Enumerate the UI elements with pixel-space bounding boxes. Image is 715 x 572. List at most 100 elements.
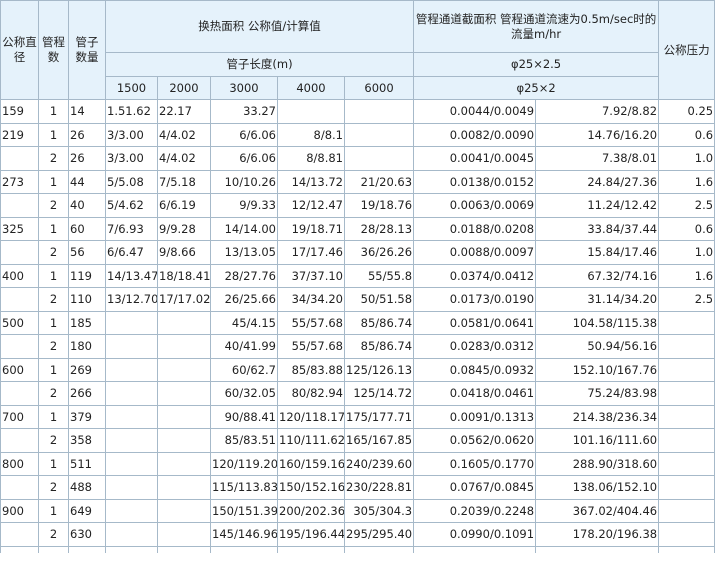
cell-tube-count: 379: [68, 404, 106, 429]
table-row: 2 110 13/12.70 17/17.02 26/25.66 34/34.20 50/5…: [0, 287, 715, 312]
cell-area-2000: 18/18.41: [157, 263, 211, 288]
header-heat-area: 换热面积 公称值/计算值: [104, 0, 415, 53]
table-row: 219 1 26 3/3.00 4/4.02 6/6.06 8/8.1 0.0082/0.00…: [0, 122, 715, 147]
cell-area-6000: 125/14.72: [343, 381, 415, 406]
cell-flow-rate: 214.38/236.34: [535, 404, 660, 429]
cell-area-2000: [157, 451, 211, 476]
cell-area-4000: 200/202.36: [277, 498, 345, 523]
cell-nominal-diameter: [0, 240, 39, 265]
cell-nominal-diameter: [0, 381, 39, 406]
cell-tube-count: 60: [68, 216, 106, 241]
cell-area-2000: [157, 381, 211, 406]
cell-tube-count: 110: [68, 287, 106, 312]
cell-channel-area: 0.0990/0.1091: [413, 522, 537, 547]
cell-area-3000: 60/62.7: [210, 357, 278, 382]
table-row: 500 1 185 45/4.15 55/57.68 85/86.74 0.0581/0.0…: [0, 310, 715, 335]
cell-tube-passes: 2: [38, 381, 69, 406]
cell-tube-count: 56: [68, 240, 106, 265]
cell-area-4000: 19/18.71: [277, 216, 345, 241]
cell-area-4000: 110/111.62: [277, 428, 345, 453]
cell-tube-count: 185: [68, 310, 106, 335]
cell-channel-area: 0.0138/0.0152: [413, 169, 537, 194]
cell-area-6000: [343, 146, 415, 171]
cell-channel-area: 0.0088/0.0097: [413, 240, 537, 265]
table-row: 2 630 145/146.96 195/196.44 295/295.40 0.0990…: [0, 522, 715, 547]
cell-area-2000: 9/8.66: [157, 240, 211, 265]
cell-area-2000: [157, 522, 211, 547]
cell-nominal-diameter: 273: [0, 169, 39, 194]
cell-nominal-pressure: [658, 522, 715, 547]
cell-area-2000: 6/6.19: [157, 193, 211, 218]
cell-area-2000: 4/4.02: [157, 146, 211, 171]
table-row: 2 358 85/83.51 110/111.62 165/167.85 0.0562/0…: [0, 428, 715, 453]
cell-nominal-diameter: 900: [0, 498, 39, 523]
cell-tube-count: 26: [68, 146, 106, 171]
cell-area-2000: 22.17: [157, 99, 211, 124]
table-row: 325 1 60 7/6.93 9/9.28 14/14.00 19/18.71 28/28.…: [0, 216, 715, 241]
cell-tube-count: 44: [68, 169, 106, 194]
cell-nominal-diameter: [0, 193, 39, 218]
cell-tube-passes: 2: [38, 287, 69, 312]
cell-area-6000: 55/55.8: [343, 263, 415, 288]
cell-area-1500: 5/5.08: [105, 169, 158, 194]
cell-nominal-pressure: [658, 357, 715, 382]
cell-nominal-pressure: [658, 404, 715, 429]
cell-area-2000: [157, 428, 211, 453]
cell-area-6000: 85/86.74: [343, 310, 415, 335]
cell-flow-rate: 367.02/404.46: [535, 498, 660, 523]
cell-tube-count: 40: [68, 193, 106, 218]
cell-area-6000: 125/126.13: [343, 357, 415, 382]
cell-tube-passes: 2: [38, 146, 69, 171]
cell-channel-area: 0.0091/0.1313: [413, 404, 537, 429]
cell-area-4000: 150/152.16: [277, 475, 345, 500]
cell-area-2000: 4/4.02: [157, 122, 211, 147]
cell-area-4000: 80/82.94: [277, 381, 345, 406]
cell-area-2000: [157, 498, 211, 523]
cell-tube-count: 511: [68, 451, 106, 476]
cell-area-3000: 45/4.15: [210, 310, 278, 335]
table-row: 2 40 5/4.62 6/6.19 9/9.33 12/12.47 19/18.76 0.0…: [0, 193, 715, 218]
header-flow: 管程通道截面积 管程通道流速为0.5m/sec时的流量m/hr: [413, 0, 660, 53]
cell-area-4000: 8/8.81: [277, 146, 345, 171]
cell-nominal-diameter: [0, 334, 39, 359]
cell-area-4000: 195/196.44: [277, 522, 345, 547]
table-row: 2 488 115/113.83 150/152.16 230/228.81 0.0767…: [0, 475, 715, 500]
cell-area-1500: [105, 310, 158, 335]
cell-tube-count: 269: [68, 357, 106, 382]
cell-channel-area: 0.0283/0.0312: [413, 334, 537, 359]
cell-nominal-pressure: 2.5: [658, 193, 715, 218]
cell-nominal-pressure: [658, 498, 715, 523]
cell-area-1500: [105, 498, 158, 523]
cell-area-1500: [105, 404, 158, 429]
cell-area-1500: 13/12.70: [105, 287, 158, 312]
cell-nominal-pressure: 0.6: [658, 216, 715, 241]
cell-flow-rate: 31.14/34.20: [535, 287, 660, 312]
cell-tube-passes: 2: [38, 522, 69, 547]
header-nominal-pressure: 公称压力: [658, 0, 715, 100]
cell-area-3000: 6/6.06: [210, 122, 278, 147]
cell-area-1500: [105, 522, 158, 547]
cell-channel-area: 0.2039/0.2248: [413, 498, 537, 523]
cell-area-6000: [343, 99, 415, 124]
cell-flow-rate: 24.84/27.36: [535, 169, 660, 194]
cell-area-3000: 33.27: [210, 99, 278, 124]
cell-area-2000: 7/5.18: [157, 169, 211, 194]
cell-area-1500: [105, 451, 158, 476]
cell-area-3000: 6/6.06: [210, 146, 278, 171]
cell-nominal-pressure: [658, 310, 715, 335]
cell-area-4000: 55/57.68: [277, 334, 345, 359]
cell-tube-passes: 1: [38, 122, 69, 147]
cell-area-3000: 28/27.76: [210, 263, 278, 288]
table-row: 400 1 119 14/13.47 18/18.41 28/27.76 37/37.10 5…: [0, 263, 715, 288]
cell-area-6000: 175/177.71: [343, 404, 415, 429]
cell-area-6000: 165/167.85: [343, 428, 415, 453]
cell-area-1500: 3/3.00: [105, 122, 158, 147]
cell-area-3000: 145/146.96: [210, 522, 278, 547]
cell-tube-passes: 2: [38, 334, 69, 359]
cell-channel-area: 0.0082/0.0090: [413, 122, 537, 147]
cell-channel-area: 0.0041/0.0045: [413, 146, 537, 171]
header-length-4000: 4000: [277, 76, 345, 100]
cell-area-6000: 50/51.58: [343, 287, 415, 312]
cell-area-1500: 3/3.00: [105, 146, 158, 171]
cell-area-6000: 21/20.63: [343, 169, 415, 194]
